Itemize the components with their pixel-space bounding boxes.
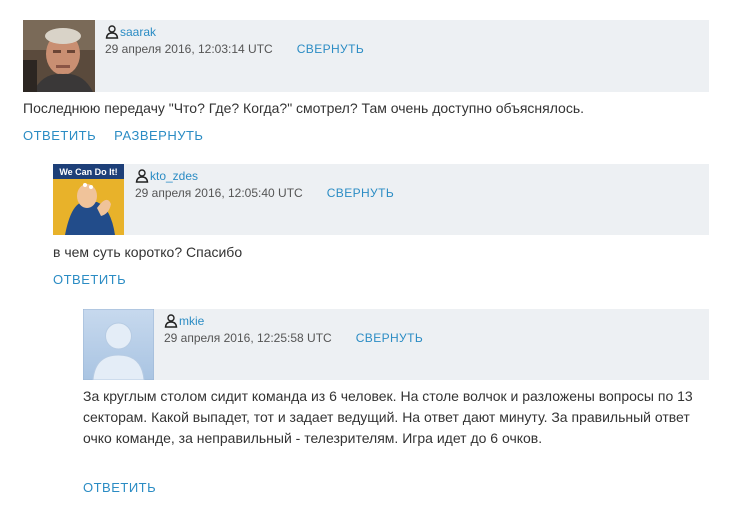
comment-kto_zdes: We Can Do It! kto_zdes 29 апреля 2016, 1… bbox=[53, 164, 709, 294]
reply-button[interactable]: ОТВЕТИТЬ bbox=[23, 128, 96, 143]
avatar[interactable] bbox=[23, 20, 95, 92]
comment-mkie: mkie 29 апреля 2016, 12:25:58 UTC СВЕРНУ… bbox=[83, 309, 709, 509]
expand-button[interactable]: РАЗВЕРНУТЬ bbox=[114, 128, 203, 143]
comment-date: 29 апреля 2016, 12:03:14 UTC bbox=[105, 42, 273, 56]
user-icon bbox=[135, 169, 149, 183]
avatar-caption: We Can Do It! bbox=[59, 167, 117, 177]
comment-header: We Can Do It! kto_zdes 29 апреля 2016, 1… bbox=[53, 164, 709, 235]
comment-saarak: saarak 29 апреля 2016, 12:03:14 UTC СВЕР… bbox=[23, 20, 709, 160]
reply-button[interactable]: ОТВЕТИТЬ bbox=[83, 480, 156, 495]
comment-text: в чем суть коротко? Спасибо bbox=[53, 244, 243, 260]
comment-header: mkie 29 апреля 2016, 12:25:58 UTC СВЕРНУ… bbox=[83, 309, 709, 380]
reply-button[interactable]: ОТВЕТИТЬ bbox=[53, 272, 126, 287]
collapse-button[interactable]: СВЕРНУТЬ bbox=[327, 186, 394, 200]
avatar[interactable] bbox=[83, 309, 154, 380]
comment-date: 29 апреля 2016, 12:05:40 UTC bbox=[135, 186, 303, 200]
comment-text: За круглым столом сидит команда из 6 чел… bbox=[83, 388, 693, 446]
comment-text: Последнюю передачу "Что? Где? Когда?" см… bbox=[23, 100, 585, 116]
collapse-button[interactable]: СВЕРНУТЬ bbox=[356, 331, 423, 345]
username-link[interactable]: kto_zdes bbox=[150, 169, 198, 183]
username-link[interactable]: mkie bbox=[179, 314, 204, 328]
user-icon bbox=[164, 314, 178, 328]
username-link[interactable]: saarak bbox=[120, 25, 156, 39]
comment-header: saarak 29 апреля 2016, 12:03:14 UTC СВЕР… bbox=[23, 20, 709, 92]
avatar[interactable]: We Can Do It! bbox=[53, 164, 124, 235]
comment-date: 29 апреля 2016, 12:25:58 UTC bbox=[164, 331, 332, 345]
collapse-button[interactable]: СВЕРНУТЬ bbox=[297, 42, 364, 56]
user-icon bbox=[105, 25, 119, 39]
